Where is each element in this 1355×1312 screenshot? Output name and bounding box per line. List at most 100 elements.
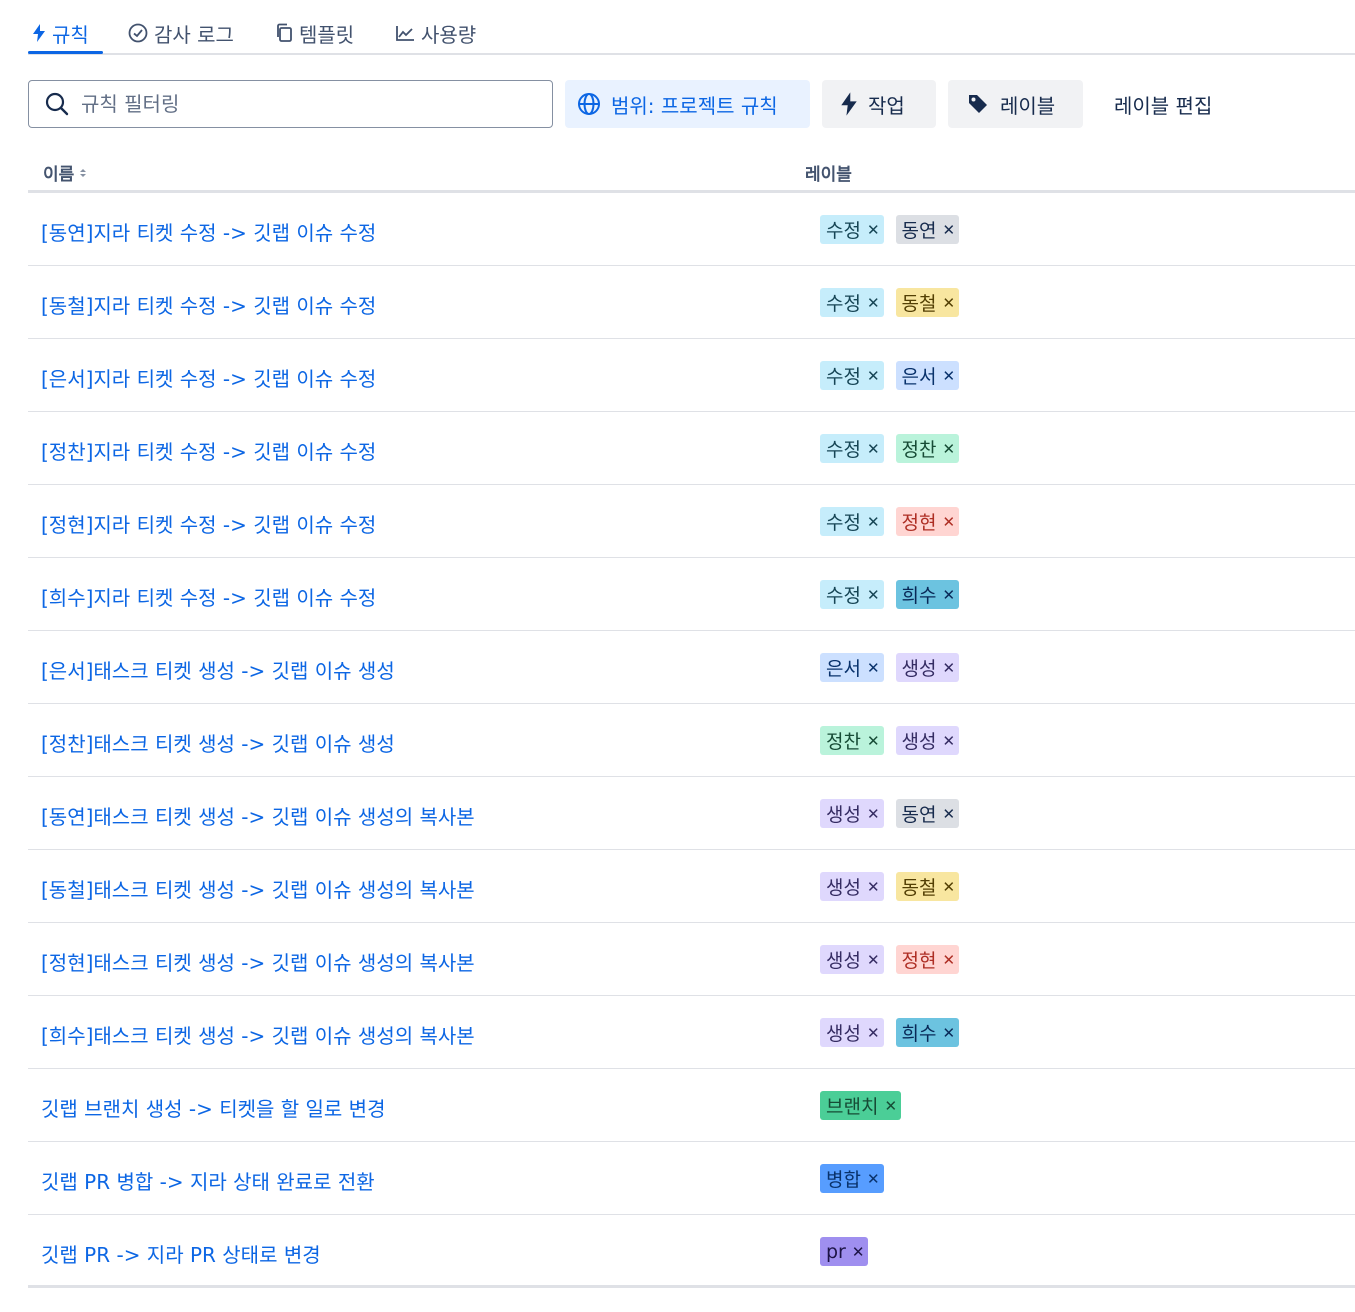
- remove-label-icon[interactable]: ✕: [867, 732, 880, 750]
- rule-name-link[interactable]: [희수]지라 티켓 수정 -> 깃랩 이슈 수정: [41, 582, 376, 611]
- table-row: 깃랩 브랜치 생성 -> 티켓을 할 일로 변경 브랜치 ✕: [28, 1069, 1355, 1142]
- label-text: 생성: [826, 950, 861, 972]
- label-lozenge: 병합 ✕: [820, 1164, 884, 1193]
- remove-label-icon[interactable]: ✕: [867, 440, 880, 458]
- remove-label-icon[interactable]: ✕: [884, 1097, 897, 1115]
- label-text: 희수: [901, 1023, 937, 1045]
- rule-name-link[interactable]: [희수]태스크 티켓 생성 -> 깃랩 이슈 생성의 복사본: [41, 1020, 475, 1049]
- label-text: 정찬: [826, 731, 861, 753]
- edit-labels-button[interactable]: 레이블 편집: [1100, 80, 1240, 128]
- tab-rules-label: 규칙: [52, 22, 89, 47]
- remove-label-icon[interactable]: ✕: [867, 1170, 880, 1188]
- rule-name-link[interactable]: 깃랩 PR 병합 -> 지라 상태 완료로 전환: [41, 1166, 375, 1195]
- remove-label-icon[interactable]: ✕: [867, 805, 880, 823]
- label-text: 동연: [901, 804, 937, 826]
- label-text: 은서: [826, 658, 861, 680]
- remove-label-icon[interactable]: ✕: [943, 221, 956, 239]
- table-row: [은서]지라 티켓 수정 -> 깃랩 이슈 수정 수정 ✕ 은서 ✕: [28, 339, 1355, 412]
- tab-audit-log[interactable]: 감사 로그: [128, 18, 234, 48]
- remove-label-icon[interactable]: ✕: [943, 951, 956, 969]
- remove-label-icon[interactable]: ✕: [943, 1024, 956, 1042]
- rule-name-link[interactable]: [정찬]지라 티켓 수정 -> 깃랩 이슈 수정: [41, 436, 376, 465]
- table-row: [희수]지라 티켓 수정 -> 깃랩 이슈 수정 수정 ✕ 희수 ✕: [28, 558, 1355, 631]
- globe-icon: [578, 93, 600, 115]
- remove-label-icon[interactable]: ✕: [852, 1243, 865, 1261]
- label-text: 수정: [826, 439, 861, 461]
- rule-name-link[interactable]: [정현]지라 티켓 수정 -> 깃랩 이슈 수정: [41, 509, 376, 538]
- label-list: 은서 ✕ 생성 ✕: [820, 653, 971, 682]
- remove-label-icon[interactable]: ✕: [943, 513, 956, 531]
- label-text: 수정: [826, 366, 861, 388]
- remove-label-icon[interactable]: ✕: [867, 659, 880, 677]
- scope-button-label: 범위: 프로젝트 규칙: [611, 93, 778, 118]
- remove-label-icon[interactable]: ✕: [943, 294, 956, 312]
- tab-usage[interactable]: 사용량: [395, 18, 476, 48]
- label-list: 생성 ✕ 동철 ✕: [820, 872, 971, 901]
- remove-label-icon[interactable]: ✕: [867, 221, 880, 239]
- label-list: 수정 ✕ 희수 ✕: [820, 580, 971, 609]
- rule-name-link[interactable]: [동철]태스크 티켓 생성 -> 깃랩 이슈 생성의 복사본: [41, 874, 475, 903]
- rule-name-link[interactable]: [동연]태스크 티켓 생성 -> 깃랩 이슈 생성의 복사본: [41, 801, 475, 830]
- label-text: 정찬: [901, 439, 937, 461]
- label-text: 병합: [826, 1169, 861, 1191]
- rule-name-link[interactable]: [은서]태스크 티켓 생성 -> 깃랩 이슈 생성: [41, 655, 395, 684]
- label-filter-button[interactable]: 레이블: [948, 80, 1083, 128]
- tab-templates[interactable]: 템플릿: [275, 18, 354, 48]
- label-text: 생성: [826, 1023, 861, 1045]
- remove-label-icon[interactable]: ✕: [943, 367, 956, 385]
- label-list: 병합 ✕: [820, 1164, 896, 1193]
- action-button-label: 작업: [868, 93, 905, 118]
- rule-name-link[interactable]: [정찬]태스크 티켓 생성 -> 깃랩 이슈 생성: [41, 728, 395, 757]
- remove-label-icon[interactable]: ✕: [867, 586, 880, 604]
- lightning-icon: [841, 92, 857, 116]
- remove-label-icon[interactable]: ✕: [943, 586, 956, 604]
- remove-label-icon[interactable]: ✕: [867, 367, 880, 385]
- remove-label-icon[interactable]: ✕: [943, 732, 956, 750]
- column-header-name[interactable]: 이름: [43, 160, 88, 185]
- rule-name-link[interactable]: 깃랩 브랜치 생성 -> 티켓을 할 일로 변경: [41, 1093, 385, 1122]
- table-row: [정찬]태스크 티켓 생성 -> 깃랩 이슈 생성 정찬 ✕ 생성 ✕: [28, 704, 1355, 777]
- label-text: 동철: [901, 877, 937, 899]
- table-row: [동연]태스크 티켓 생성 -> 깃랩 이슈 생성의 복사본 생성 ✕ 동연 ✕: [28, 777, 1355, 850]
- label-list: 정찬 ✕ 생성 ✕: [820, 726, 971, 755]
- label-lozenge: 브랜치 ✕: [820, 1091, 902, 1120]
- table-row: [정현]지라 티켓 수정 -> 깃랩 이슈 수정 수정 ✕ 정현 ✕: [28, 485, 1355, 558]
- remove-label-icon[interactable]: ✕: [867, 294, 880, 312]
- column-header-name-label: 이름: [43, 165, 75, 185]
- label-lozenge: 생성 ✕: [820, 1018, 884, 1047]
- label-text: 생성: [826, 877, 861, 899]
- table-row: 깃랩 PR -> 지라 PR 상태로 변경 pr ✕: [28, 1215, 1355, 1288]
- rule-name-link[interactable]: [동연]지라 티켓 수정 -> 깃랩 이슈 수정: [41, 217, 376, 246]
- remove-label-icon[interactable]: ✕: [867, 1024, 880, 1042]
- label-text: 은서: [901, 366, 937, 388]
- tab-audit-log-label: 감사 로그: [154, 22, 234, 47]
- remove-label-icon[interactable]: ✕: [943, 805, 956, 823]
- remove-label-icon[interactable]: ✕: [867, 951, 880, 969]
- label-text: 희수: [901, 585, 937, 607]
- label-lozenge: 생성 ✕: [820, 872, 884, 901]
- remove-label-icon[interactable]: ✕: [867, 878, 880, 896]
- rule-name-link[interactable]: [동철]지라 티켓 수정 -> 깃랩 이슈 수정: [41, 290, 376, 319]
- scope-button[interactable]: 범위: 프로젝트 규칙: [565, 80, 810, 128]
- label-lozenge: 수정 ✕: [820, 507, 884, 536]
- active-tab-indicator: [28, 51, 103, 54]
- rule-name-link[interactable]: 깃랩 PR -> 지라 PR 상태로 변경: [41, 1239, 321, 1268]
- label-list: 수정 ✕ 은서 ✕: [820, 361, 971, 390]
- remove-label-icon[interactable]: ✕: [867, 513, 880, 531]
- remove-label-icon[interactable]: ✕: [943, 659, 956, 677]
- rule-name-link[interactable]: [은서]지라 티켓 수정 -> 깃랩 이슈 수정: [41, 363, 376, 392]
- label-lozenge: 은서 ✕: [820, 653, 884, 682]
- table-row: [희수]태스크 티켓 생성 -> 깃랩 이슈 생성의 복사본 생성 ✕ 희수 ✕: [28, 996, 1355, 1069]
- remove-label-icon[interactable]: ✕: [943, 878, 956, 896]
- rule-name-link[interactable]: [정현]태스크 티켓 생성 -> 깃랩 이슈 생성의 복사본: [41, 947, 475, 976]
- tab-rules[interactable]: 규칙: [32, 18, 89, 48]
- search-input[interactable]: [81, 92, 501, 116]
- label-lozenge: 정현 ✕: [895, 945, 960, 974]
- label-lozenge: 수정 ✕: [820, 215, 884, 244]
- action-button[interactable]: 작업: [822, 80, 936, 128]
- remove-label-icon[interactable]: ✕: [943, 440, 956, 458]
- label-lozenge: 동연 ✕: [895, 215, 960, 244]
- label-lozenge: 정찬 ✕: [895, 434, 960, 463]
- column-header-labels-label: 레이블: [805, 165, 852, 185]
- label-text: 브랜치: [826, 1096, 879, 1118]
